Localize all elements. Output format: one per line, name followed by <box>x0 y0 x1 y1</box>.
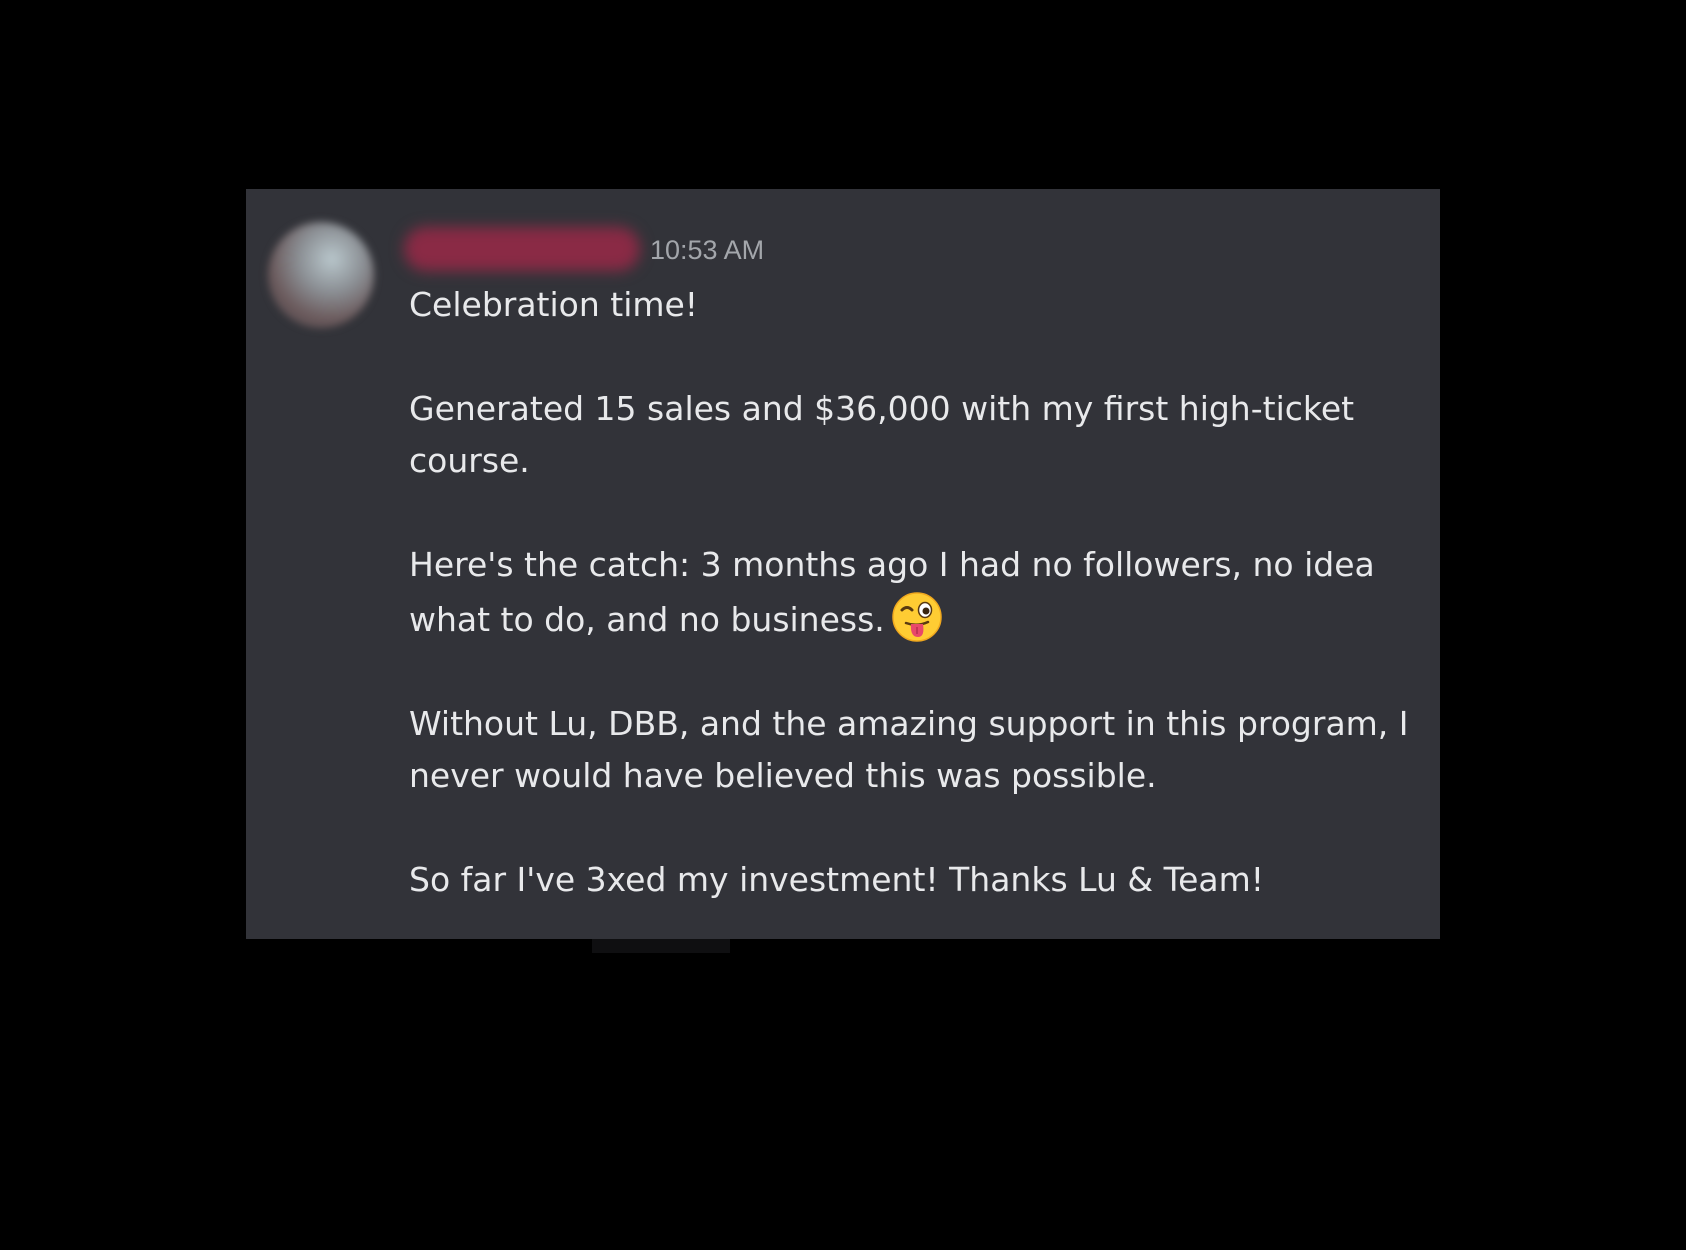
message-paragraph: Here's the catch: 3 months ago I had no … <box>409 539 1409 646</box>
message-content: Celebration time! Generated 15 sales and… <box>409 279 1409 906</box>
chat-message: 10:53 AM Celebration time! Generated 15 … <box>246 189 1440 939</box>
message-paragraph: Generated 15 sales and $36,000 with my f… <box>409 389 1355 480</box>
winking-face-with-tongue-icon <box>891 591 943 643</box>
page: 10:53 AM Celebration time! Generated 15 … <box>0 0 1686 1250</box>
avatar[interactable] <box>268 222 374 328</box>
message-paragraph: So far I've 3xed my investment! Thanks L… <box>409 860 1265 899</box>
message-timestamp: 10:53 AM <box>650 235 765 265</box>
divider-shadow <box>592 939 730 953</box>
message-paragraph: Without Lu, DBB, and the amazing support… <box>409 704 1409 795</box>
username-redacted[interactable] <box>404 227 640 271</box>
message-paragraph: Celebration time! <box>409 285 699 324</box>
